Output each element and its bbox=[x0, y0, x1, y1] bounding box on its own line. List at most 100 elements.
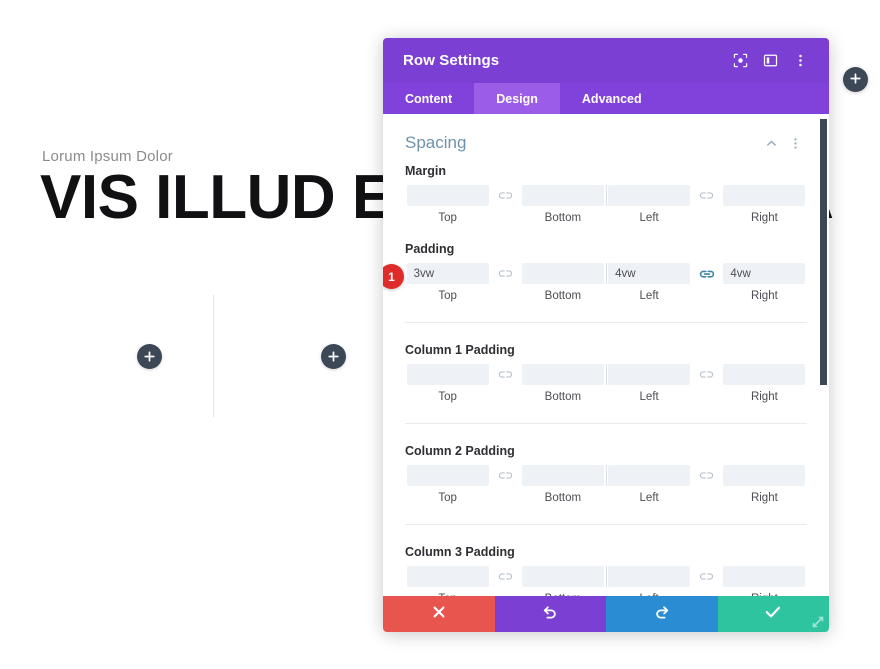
margin-left-right-link-icon[interactable] bbox=[692, 185, 722, 206]
check-icon bbox=[765, 605, 781, 624]
redo-icon bbox=[654, 604, 670, 625]
field-label-column-3-padding: Column 3 Padding bbox=[405, 545, 515, 559]
margin-left-input[interactable] bbox=[608, 185, 691, 206]
settings-scrollbar[interactable] bbox=[818, 114, 827, 596]
add-module-button-left[interactable] bbox=[137, 344, 162, 369]
column-1-padding-quad: Top Bottom Left Right bbox=[405, 364, 807, 403]
margin-left-label: Left bbox=[639, 212, 659, 224]
field-group-margin: Margin Top Bottom Left Right bbox=[383, 164, 829, 224]
resize-handle-icon[interactable] bbox=[805, 609, 827, 631]
status-badge: 1 bbox=[383, 264, 404, 289]
column-2-left-right-link-icon[interactable] bbox=[692, 465, 722, 486]
column-2-padding-right-label: Right bbox=[750, 492, 778, 504]
column-3-padding-right-input[interactable] bbox=[723, 566, 806, 587]
column-2-top-bottom-link-icon[interactable] bbox=[490, 465, 520, 486]
margin-bottom-label: Bottom bbox=[544, 212, 582, 224]
margin-top-label: Top bbox=[438, 212, 457, 224]
more-options-icon[interactable] bbox=[783, 132, 807, 154]
padding-left-right-link-icon[interactable] bbox=[692, 263, 722, 284]
padding-bottom-input[interactable] bbox=[521, 263, 604, 284]
column-divider bbox=[213, 295, 214, 417]
spacing-section-header: Spacing bbox=[383, 114, 829, 164]
section-divider bbox=[405, 423, 807, 424]
close-icon bbox=[432, 605, 446, 624]
padding-left-label: Left bbox=[639, 290, 659, 302]
plus-icon bbox=[328, 351, 339, 362]
tab-design[interactable]: Design bbox=[474, 83, 560, 114]
margin-right-input[interactable] bbox=[723, 185, 806, 206]
padding-bottom-label: Bottom bbox=[544, 290, 582, 302]
field-label-column-1-padding: Column 1 Padding bbox=[405, 343, 515, 357]
column-3-padding-bottom-input[interactable] bbox=[521, 566, 604, 587]
column-3-top-bottom-link-icon[interactable] bbox=[490, 566, 520, 587]
scrollbar-thumb[interactable] bbox=[820, 119, 827, 385]
margin-top-input[interactable] bbox=[406, 185, 489, 206]
section-title-spacing: Spacing bbox=[405, 133, 467, 152]
margin-quad: Top Bottom Left Right bbox=[405, 185, 807, 224]
column-2-padding-bottom-input[interactable] bbox=[521, 465, 604, 486]
column-3-left-right-link-icon[interactable] bbox=[692, 566, 722, 587]
modal-tabbar: Content Design Advanced bbox=[383, 83, 829, 114]
redo-button[interactable] bbox=[606, 596, 718, 632]
cancel-button[interactable] bbox=[383, 596, 495, 632]
field-label-padding: Padding bbox=[405, 242, 455, 256]
settings-scroll-area: Spacing Margin Top Bottom Left Right Pad… bbox=[383, 114, 829, 596]
column-1-padding-left-input[interactable] bbox=[608, 364, 691, 385]
field-group-column-2-padding: Column 2 Padding Top Bottom Left Right bbox=[383, 444, 829, 504]
tab-content[interactable]: Content bbox=[383, 83, 474, 114]
column-2-padding-top-input[interactable] bbox=[406, 465, 489, 486]
padding-quad: 1 Top bbox=[383, 263, 807, 302]
padding-left-input[interactable] bbox=[608, 263, 691, 284]
column-2-padding-left-input[interactable] bbox=[608, 465, 691, 486]
add-section-button[interactable] bbox=[843, 67, 868, 92]
focus-target-icon[interactable] bbox=[725, 46, 755, 76]
padding-top-label: Top bbox=[438, 290, 457, 302]
column-3-padding-quad: Top Bottom bbox=[405, 566, 807, 596]
column-2-padding-bottom-label: Bottom bbox=[544, 492, 582, 504]
column-3-padding-left-input[interactable] bbox=[608, 566, 691, 587]
margin-bottom-input[interactable] bbox=[521, 185, 604, 206]
more-options-icon[interactable] bbox=[785, 46, 815, 76]
undo-button[interactable] bbox=[494, 596, 606, 632]
column-1-top-bottom-link-icon[interactable] bbox=[490, 364, 520, 385]
padding-top-bottom-link-icon[interactable] bbox=[490, 263, 520, 284]
column-1-padding-bottom-input[interactable] bbox=[521, 364, 604, 385]
field-group-column-3-padding: Column 3 Padding Top bbox=[383, 545, 829, 596]
column-2-padding-right-input[interactable] bbox=[723, 465, 806, 486]
margin-top-bottom-link-icon[interactable] bbox=[490, 185, 520, 206]
panel-layout-icon[interactable] bbox=[755, 46, 785, 76]
field-label-column-2-padding: Column 2 Padding bbox=[405, 444, 515, 458]
padding-right-input[interactable] bbox=[723, 263, 806, 284]
chevron-up-icon[interactable] bbox=[759, 132, 783, 154]
modal-title: Row Settings bbox=[403, 52, 500, 69]
section-divider bbox=[405, 322, 807, 323]
page-canvas: Lorum Ipsum Dolor VIS ILLUD EX MEDIOCRIT… bbox=[0, 0, 834, 669]
undo-icon bbox=[542, 604, 558, 625]
column-3-padding-top-input[interactable] bbox=[406, 566, 489, 587]
tab-advanced[interactable]: Advanced bbox=[560, 83, 664, 114]
column-1-padding-top-label: Top bbox=[438, 391, 457, 403]
add-module-button-right[interactable] bbox=[321, 344, 346, 369]
row-settings-modal: Row Settings Content Design Advanced Spa… bbox=[383, 38, 829, 632]
margin-right-label: Right bbox=[750, 212, 778, 224]
column-2-padding-left-label: Left bbox=[639, 492, 659, 504]
column-2-padding-top-label: Top bbox=[438, 492, 457, 504]
field-label-margin: Margin bbox=[405, 164, 446, 178]
column-1-padding-top-input[interactable] bbox=[406, 364, 489, 385]
plus-icon bbox=[144, 351, 155, 362]
field-group-column-1-padding: Column 1 Padding Top Bottom Left Right bbox=[383, 343, 829, 403]
padding-right-label: Right bbox=[750, 290, 778, 302]
column-1-padding-right-input[interactable] bbox=[723, 364, 806, 385]
plus-icon bbox=[850, 71, 861, 89]
column-1-padding-right-label: Right bbox=[750, 391, 778, 403]
modal-footer bbox=[383, 596, 829, 632]
column-2-padding-quad: Top Bottom Left Right bbox=[405, 465, 807, 504]
screen: Lorum Ipsum Dolor VIS ILLUD EX MEDIOCRIT… bbox=[0, 0, 880, 669]
column-1-left-right-link-icon[interactable] bbox=[692, 364, 722, 385]
section-divider bbox=[405, 524, 807, 525]
modal-body: Spacing Margin Top Bottom Left Right Pad… bbox=[383, 114, 829, 596]
modal-header: Row Settings bbox=[383, 38, 829, 83]
column-1-padding-bottom-label: Bottom bbox=[544, 391, 582, 403]
padding-top-input[interactable] bbox=[406, 263, 489, 284]
field-group-padding: Padding 1 Top bbox=[383, 242, 829, 302]
